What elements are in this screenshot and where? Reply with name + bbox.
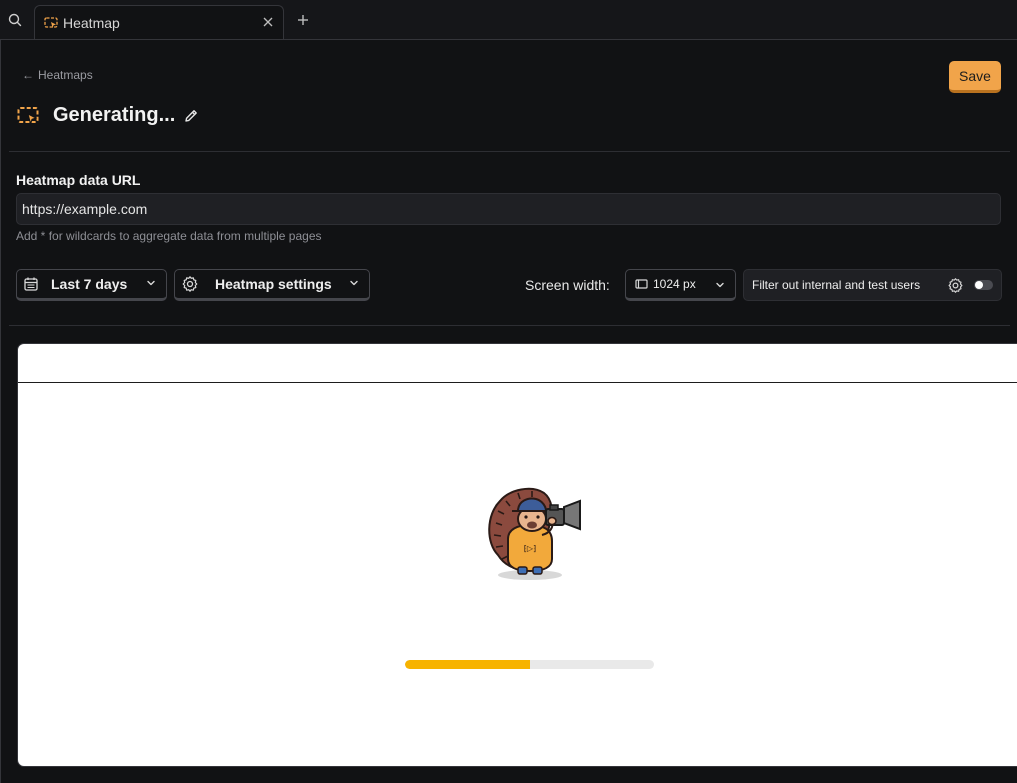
gear-icon (181, 275, 199, 293)
date-range-button[interactable]: Last 7 days (16, 269, 167, 301)
heatmap-icon (17, 105, 39, 127)
screen-width-select[interactable]: 1024 px (625, 269, 736, 301)
loading-progress-fill (405, 660, 530, 669)
main-panel: ← Heatmaps Save Generating... Heatmap da… (0, 39, 1017, 783)
tab-bar: Heatmap (0, 0, 1017, 40)
tab-heatmap[interactable]: Heatmap (34, 5, 284, 40)
heatmap-preview: ⁅▷⁆ (17, 343, 1017, 767)
plus-icon[interactable] (292, 9, 314, 31)
page-title: Generating... (53, 104, 176, 126)
filter-toggle[interactable] (974, 280, 993, 290)
heatmap-settings-button[interactable]: Heatmap settings (174, 269, 370, 301)
hedgehog-camera-illustration: ⁅▷⁆ (480, 483, 586, 588)
toggle-knob (975, 281, 983, 289)
monitor-icon (635, 278, 648, 290)
chevron-down-icon (146, 278, 156, 288)
url-help-text: Add * for wildcards to aggregate data fr… (16, 229, 322, 243)
heatmap-settings-label: Heatmap settings (215, 276, 332, 292)
chevron-down-icon (715, 280, 725, 290)
save-button[interactable]: Save (949, 61, 1001, 93)
loading-progress-bar (405, 660, 654, 669)
title-row: Generating... (17, 104, 199, 127)
screen-width-value: 1024 px (653, 277, 696, 291)
tab-label: Heatmap (63, 15, 120, 31)
date-range-label: Last 7 days (51, 276, 128, 292)
preview-header (18, 344, 1017, 383)
filter-label: Filter out internal and test users (752, 278, 921, 292)
search-icon[interactable] (3, 8, 27, 32)
arrow-left-icon: ← (22, 68, 34, 82)
divider (9, 151, 1010, 152)
filter-test-users: Filter out internal and test users (743, 269, 1002, 301)
calendar-icon (23, 276, 39, 292)
pencil-icon[interactable] (183, 108, 199, 124)
gear-icon[interactable] (947, 277, 964, 294)
screen-width-label: Screen width: (525, 277, 610, 293)
svg-text:⁅▷⁆: ⁅▷⁆ (524, 544, 536, 553)
heatmap-icon (44, 16, 58, 30)
breadcrumb[interactable]: ← Heatmaps (22, 68, 93, 82)
divider (9, 325, 1010, 326)
url-label: Heatmap data URL (16, 172, 141, 188)
chevron-down-icon (349, 278, 359, 288)
url-input[interactable] (16, 193, 1001, 225)
close-icon[interactable] (260, 14, 276, 30)
breadcrumb-label: Heatmaps (38, 68, 93, 82)
